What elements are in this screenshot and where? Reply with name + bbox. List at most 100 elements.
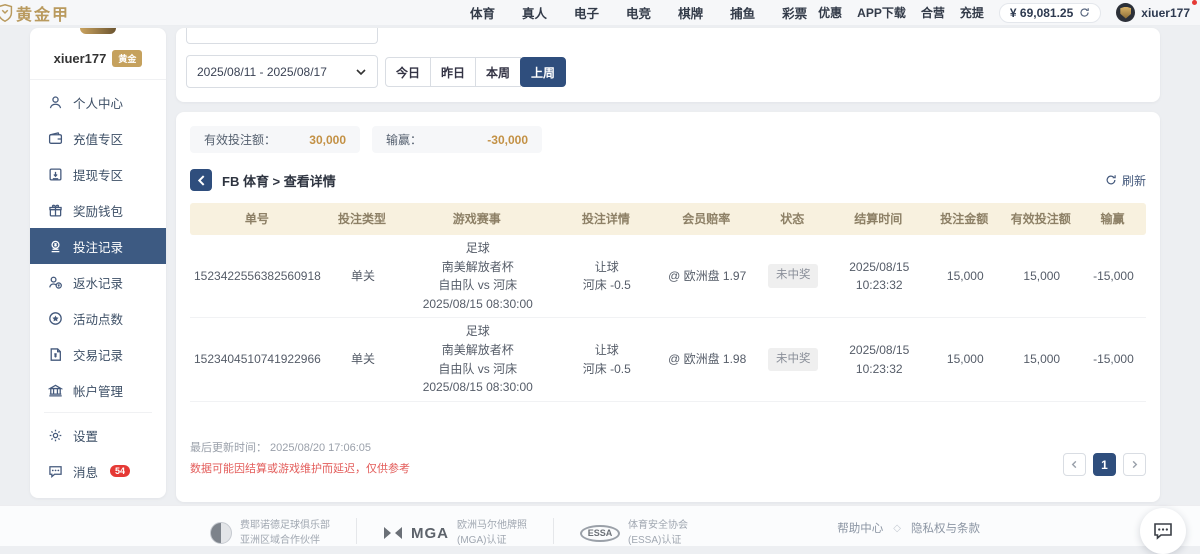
avatar — [1116, 3, 1135, 22]
status-badge: 未中奖 — [768, 264, 819, 288]
back-button[interactable] — [190, 169, 212, 191]
truncated-select[interactable] — [186, 28, 378, 44]
cell-bet-detail: 让球 河床 -0.5 — [554, 254, 659, 299]
bet-records-panel: 有效投注额： 30,000 输赢： -30,000 FB 体育 > 查看详情 刷… — [176, 112, 1160, 502]
dot-separator: ◇ — [893, 523, 901, 534]
user-menu[interactable]: xiuer177 — [1116, 3, 1190, 22]
partner-feyenoord: 费耶诺德足球俱乐部 亚洲区域合作伙伴 — [210, 518, 330, 548]
valid-bet-summary: 有效投注额： 30,000 — [190, 126, 360, 153]
balance-display[interactable]: ¥ 69,081.25 — [999, 3, 1101, 23]
bank-icon — [48, 383, 63, 398]
status-badge: 未中奖 — [768, 348, 819, 372]
page-title: FB 体育 > 查看详情 — [222, 171, 336, 190]
cell-bet-amount: 15,000 — [927, 346, 1003, 373]
cell-bet-detail: 让球 河床 -0.5 — [554, 337, 659, 382]
refresh-button[interactable]: 刷新 — [1105, 172, 1146, 189]
sidebar-item-transaction-records[interactable]: 交易记录 — [30, 336, 166, 372]
nav-lottery[interactable]: 彩票 — [782, 3, 807, 22]
cell-game-event: 足球 南美解放者杯 自由队 vs 河床 2025/08/15 08:30:00 — [401, 235, 554, 317]
brand-logo[interactable]: 黄金甲 — [0, 1, 70, 25]
sidebar-item-reward-wallet[interactable]: 奖励钱包 — [30, 192, 166, 228]
help-center-link[interactable]: 帮助中心 — [837, 520, 883, 536]
col-settle-time: 结算时间 — [830, 206, 926, 233]
page-footer: 费耶诺德足球俱乐部 亚洲区域合作伙伴 MGA 欧洲马尔他牌照 (MGA)认证 E… — [0, 505, 1200, 546]
sidebar-item-settings[interactable]: 设置 — [30, 417, 166, 453]
star-circle-icon — [48, 311, 63, 326]
pagination: 1 — [1063, 453, 1146, 476]
sidebar-user: xiuer177 黄金 — [30, 34, 166, 79]
cell-bet-type: 单关 — [325, 263, 401, 290]
sidebar-item-account-management[interactable]: 帐户管理 — [30, 372, 166, 408]
nav-cards[interactable]: 棋牌 — [678, 3, 703, 22]
notification-dot — [1192, 0, 1197, 5]
sidebar-item-rebate-records[interactable]: 返水记录 — [30, 264, 166, 300]
chat-bubble-icon — [1152, 520, 1174, 542]
app-download-link[interactable]: APP下载 — [857, 4, 906, 21]
gift-icon — [48, 203, 63, 218]
wallet-icon — [48, 131, 63, 146]
page-1-button[interactable]: 1 — [1093, 453, 1116, 476]
sidebar-item-withdraw[interactable]: 提现专区 — [30, 156, 166, 192]
essa-logo-icon: ESSA — [580, 525, 620, 542]
sidebar-item-personal-center[interactable]: 个人中心 — [30, 84, 166, 120]
chevron-down-icon — [355, 66, 367, 78]
refresh-balance-icon[interactable] — [1079, 7, 1090, 18]
table-row: 1523404510741922966 单关 足球 南美解放者杯 自由队 vs … — [190, 318, 1146, 401]
sidebar-item-bet-records[interactable]: 投注记录 — [30, 228, 166, 264]
win-loss-label: 输赢： — [386, 131, 422, 148]
win-loss-value: -30,000 — [487, 133, 528, 147]
partner-logos: 费耶诺德足球俱乐部 亚洲区域合作伙伴 MGA 欧洲马尔他牌照 (MGA)认证 E… — [210, 518, 688, 548]
top-header: 黄金甲 体育 真人 电子 电竞 棋牌 捕鱼 彩票 优惠 APP下载 合营 充提 … — [0, 0, 1200, 26]
promo-link[interactable]: 优惠 — [818, 4, 842, 21]
sidebar-item-label: 返水记录 — [73, 273, 123, 292]
shield-logo-icon — [0, 2, 16, 24]
nav-live[interactable]: 真人 — [522, 3, 547, 22]
cell-valid-amount: 15,000 — [1004, 346, 1080, 373]
chat-support-button[interactable] — [1140, 508, 1186, 554]
partner-line1: 欧洲马尔他牌照 — [457, 518, 527, 533]
win-loss-summary: 输赢： -30,000 — [372, 126, 542, 153]
brand-name: 黄金甲 — [16, 1, 70, 25]
tab-this-week[interactable]: 本周 — [475, 57, 521, 87]
last-updated-text: 最后更新时间： 2025/08/20 17:06:05 — [190, 439, 410, 455]
tab-yesterday[interactable]: 昨日 — [430, 57, 476, 87]
col-bet-detail: 投注详情 — [553, 206, 658, 233]
rebate-icon — [48, 275, 63, 290]
vip-level-badge: 黄金 — [112, 50, 142, 67]
table-row: 1523422556382560918 单关 足球 南美解放者杯 自由队 vs … — [190, 235, 1146, 318]
sidebar-item-label: 设置 — [73, 426, 98, 445]
feyenoord-logo-icon — [210, 522, 232, 544]
privacy-terms-link[interactable]: 隐私权与条款 — [911, 520, 980, 536]
date-range-select[interactable]: 2025/08/11 - 2025/08/17 — [186, 55, 378, 88]
deposit-withdraw-link[interactable]: 充提 — [960, 4, 984, 21]
nav-sports[interactable]: 体育 — [470, 3, 495, 22]
cell-bet-type: 单关 — [325, 346, 401, 373]
footer-links: 帮助中心 ◇ 隐私权与条款 — [837, 520, 980, 536]
chevron-left-icon — [1070, 460, 1079, 469]
sidebar-item-activity-points[interactable]: 活动点数 — [30, 300, 166, 336]
mga-logo-icon — [383, 525, 403, 541]
cell-status: 未中奖 — [755, 344, 831, 376]
gear-icon — [48, 428, 63, 443]
next-page-button[interactable] — [1123, 453, 1146, 476]
cell-valid-amount: 15,000 — [1004, 263, 1080, 290]
refresh-label: 刷新 — [1122, 172, 1146, 189]
avatar-shield-icon — [1120, 7, 1131, 19]
nav-fishing[interactable]: 捕鱼 — [730, 3, 755, 22]
tab-last-week[interactable]: 上周 — [520, 57, 566, 87]
balance-amount: ¥ 69,081.25 — [1010, 6, 1073, 20]
nav-esports[interactable]: 电竞 — [626, 3, 651, 22]
unread-count-badge: 54 — [110, 465, 130, 477]
sidebar-username: xiuer177 — [54, 51, 107, 66]
nav-slots[interactable]: 电子 — [574, 3, 599, 22]
sidebar-item-deposit[interactable]: 充值专区 — [30, 120, 166, 156]
sidebar-item-label: 交易记录 — [73, 345, 123, 364]
cell-order-no: 1523404510741922966 — [190, 346, 325, 373]
sidebar-item-label: 投注记录 — [73, 237, 123, 256]
prev-page-button[interactable] — [1063, 453, 1086, 476]
sidebar-item-messages[interactable]: 消息 54 — [30, 453, 166, 489]
cell-bet-amount: 15,000 — [927, 263, 1003, 290]
tab-today[interactable]: 今日 — [385, 57, 431, 87]
col-bet-type: 投注类型 — [324, 206, 400, 233]
partner-link[interactable]: 合营 — [921, 4, 945, 21]
